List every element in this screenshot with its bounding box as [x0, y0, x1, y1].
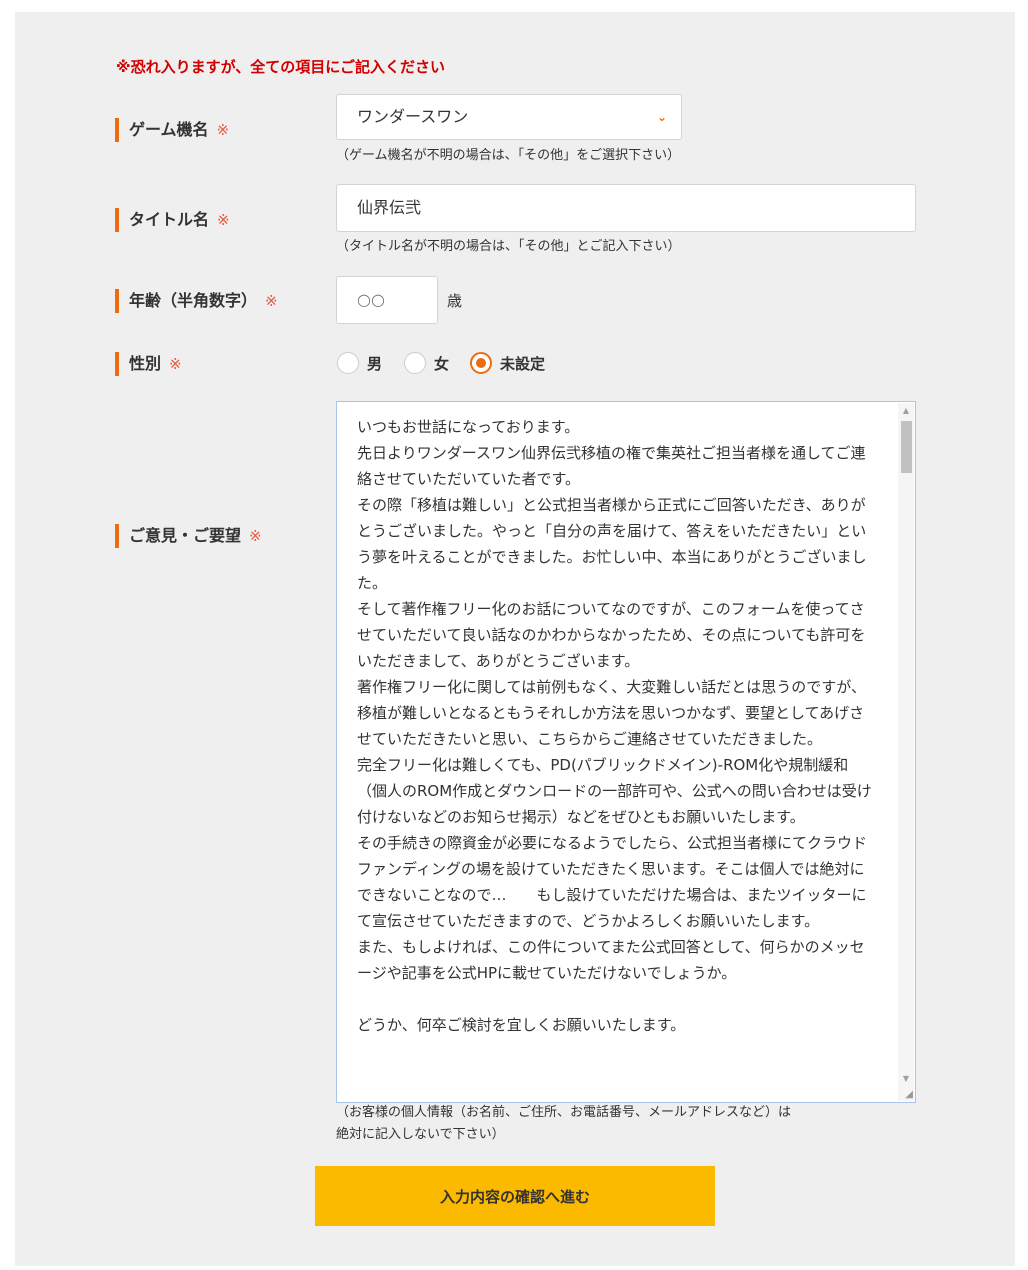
- required-mark: ※: [249, 527, 262, 545]
- required-mark: ※: [265, 292, 278, 310]
- gender-label: 性別 ※: [115, 352, 182, 376]
- opinion-textarea[interactable]: いつもお世話になっております。 先日よりワンダースワン仙界伝弐移植の権で集英社ご…: [336, 401, 916, 1103]
- chevron-down-icon: ⌄: [656, 110, 667, 124]
- gender-option-unset[interactable]: 未設定: [470, 350, 545, 376]
- age-label: 年齢（半角数字） ※: [115, 289, 278, 313]
- confirm-submit-button[interactable]: 入力内容の確認へ進む: [315, 1166, 715, 1226]
- console-note: （ゲーム機名が不明の場合は、「その他」をご選択下さい）: [336, 148, 681, 163]
- radio-female[interactable]: [404, 352, 426, 374]
- scroll-up-arrow-icon[interactable]: ▲: [898, 403, 914, 419]
- gender-option-female[interactable]: 女: [404, 350, 449, 376]
- radio-male[interactable]: [337, 352, 359, 374]
- textarea-scrollbar[interactable]: ▲ ▼: [898, 403, 914, 1101]
- privacy-note-line2: 絶対に記入しないで下さい）: [336, 1127, 505, 1142]
- privacy-note-line1: （お客様の個人情報（お名前、ご住所、お電話番号、メールアドレスなど）は: [336, 1105, 792, 1120]
- scrollbar-thumb[interactable]: [901, 421, 912, 473]
- radio-male-label: 男: [367, 354, 383, 373]
- gender-label-text: 性別: [129, 354, 162, 373]
- required-mark: ※: [217, 211, 230, 229]
- title-input-value: 仙界伝弐: [357, 198, 422, 217]
- console-label-text: ゲーム機名: [129, 120, 209, 139]
- radio-unset[interactable]: [470, 352, 492, 374]
- age-unit: 歳: [447, 292, 463, 310]
- title-note: （タイトル名が不明の場合は、「その他」とご記入下さい）: [336, 239, 681, 254]
- title-label: タイトル名 ※: [115, 208, 230, 232]
- opinion-label-text: ご意見・ご要望: [129, 526, 242, 545]
- console-label: ゲーム機名 ※: [115, 118, 229, 142]
- opinion-label: ご意見・ご要望 ※: [115, 524, 262, 548]
- age-input[interactable]: ○○: [336, 276, 438, 324]
- scroll-down-arrow-icon[interactable]: ▼: [898, 1071, 914, 1087]
- age-label-text: 年齢（半角数字）: [129, 291, 258, 310]
- gender-option-male[interactable]: 男: [337, 350, 382, 376]
- age-input-placeholder: ○○: [357, 290, 385, 309]
- required-mark: ※: [216, 121, 230, 139]
- console-select-value: ワンダースワン: [357, 107, 469, 126]
- title-label-text: タイトル名: [129, 210, 210, 229]
- opinion-text: いつもお世話になっております。 先日よりワンダースワン仙界伝弐移植の権で集英社ご…: [357, 418, 872, 1034]
- radio-female-label: 女: [434, 354, 450, 373]
- resize-grip-icon[interactable]: ◢: [905, 1089, 913, 1100]
- required-notice: ※恐れ入りますが、全ての項目にご記入ください: [116, 58, 445, 76]
- title-input[interactable]: 仙界伝弐: [336, 184, 916, 232]
- radio-unset-label: 未設定: [500, 354, 546, 373]
- console-select[interactable]: ワンダースワン ⌄: [336, 94, 682, 140]
- required-mark: ※: [169, 355, 182, 373]
- privacy-note: （お客様の個人情報（お名前、ご住所、お電話番号、メールアドレスなど）は 絶対に記…: [336, 1102, 791, 1146]
